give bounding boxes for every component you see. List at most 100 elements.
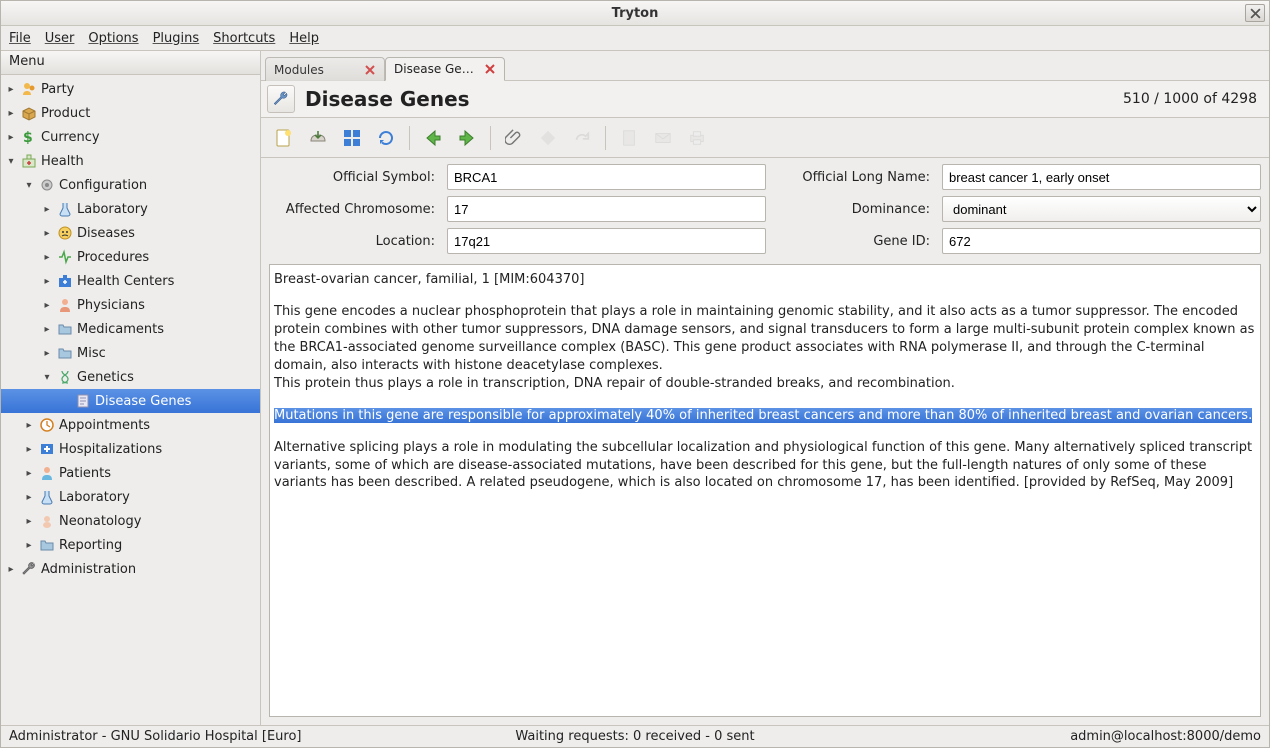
tab-modules[interactable]: Modules [265, 57, 385, 81]
menu-help[interactable]: Help [289, 31, 319, 46]
new-record-button[interactable] [271, 125, 297, 151]
tree-item-health-centers[interactable]: ▸Health Centers [1, 269, 260, 293]
gene-id-input[interactable] [942, 228, 1261, 254]
tree-item-hospitalizations[interactable]: ▸Hospitalizations [1, 437, 260, 461]
tree-item-reporting[interactable]: ▸ Reporting [1, 533, 260, 557]
official-long-name-input[interactable] [942, 164, 1261, 190]
affected-chromosome-input[interactable] [447, 196, 766, 222]
report-icon [620, 129, 638, 147]
tree-item-appointments[interactable]: ▸Appointments [1, 413, 260, 437]
tree-item-party[interactable]: ▸Party [1, 77, 260, 101]
switch-view-button[interactable] [339, 125, 365, 151]
sidebar: Menu ▸Party▸Product▸$Currency▾Health▾Con… [1, 51, 261, 725]
chevron-right-icon[interactable]: ▸ [5, 84, 17, 95]
tree-item-currency[interactable]: ▸$Currency [1, 125, 260, 149]
lab-icon [57, 201, 73, 217]
tree-item-configuration[interactable]: ▾Configuration [1, 173, 260, 197]
chevron-right-icon[interactable]: ▸ [41, 276, 53, 287]
tree-item-label: Diseases [77, 226, 135, 241]
tree-item-label: Physicians [77, 298, 145, 313]
chevron-right-icon[interactable]: ▸ [41, 324, 53, 335]
chevron-right-icon[interactable]: ▸ [23, 420, 35, 431]
chevron-right-icon[interactable]: ▸ [23, 516, 35, 527]
description-highlighted: Mutations in this gene are responsible f… [274, 407, 1256, 425]
chevron-down-icon[interactable]: ▾ [23, 180, 35, 191]
chevron-right-icon[interactable]: ▸ [41, 300, 53, 311]
chevron-right-icon[interactable]: ▸ [23, 492, 35, 503]
view-switch-button[interactable] [267, 85, 295, 113]
save-button[interactable] [305, 125, 331, 151]
report-button [616, 125, 642, 151]
menubar: File User Options Plugins Shortcuts Help [1, 26, 1269, 51]
wrench-icon [272, 90, 290, 108]
switch-icon [342, 128, 362, 148]
print-icon [688, 129, 706, 147]
next-button[interactable] [454, 125, 480, 151]
chevron-down-icon[interactable]: ▾ [5, 156, 17, 167]
tree-item-health[interactable]: ▾Health [1, 149, 260, 173]
arrow-left-icon [423, 128, 443, 148]
menu-shortcuts[interactable]: Shortcuts [213, 31, 275, 46]
tree-item-label: Misc [77, 346, 106, 361]
chevron-right-icon[interactable]: ▸ [23, 540, 35, 551]
location-input[interactable] [447, 228, 766, 254]
tree-item-disease-genes[interactable]: ▸Disease Genes [1, 389, 260, 413]
tree-item-genetics[interactable]: ▾Genetics [1, 365, 260, 389]
tree-item-administration[interactable]: ▸Administration [1, 557, 260, 581]
tab-disease-genes[interactable]: Disease Ge… [385, 57, 505, 81]
window-close-button[interactable] [1245, 4, 1265, 22]
tree-item-misc[interactable]: ▸ Misc [1, 341, 260, 365]
tree-item-laboratory[interactable]: ▸Laboratory [1, 485, 260, 509]
tree-item-label: Disease Genes [95, 394, 191, 409]
gene-id-label: Gene ID: [774, 234, 934, 249]
toolbar-separator [605, 126, 606, 150]
previous-button[interactable] [420, 125, 446, 151]
official-symbol-input[interactable] [447, 164, 766, 190]
tree-item-procedures[interactable]: ▸Procedures [1, 245, 260, 269]
action-button [535, 125, 561, 151]
status-right: admin@localhost:8000/demo [1070, 729, 1261, 744]
chevron-down-icon[interactable]: ▾ [41, 372, 53, 383]
chevron-right-icon[interactable]: ▸ [41, 228, 53, 239]
menu-file[interactable]: File [9, 31, 31, 46]
record-count: 510 / 1000 of 4298 [1123, 91, 1263, 107]
tab-label: Disease Ge… [394, 62, 474, 76]
chevron-right-icon[interactable]: ▸ [23, 468, 35, 479]
arrow-right-icon [457, 128, 477, 148]
dominance-select[interactable]: dominant [942, 196, 1261, 222]
reload-button[interactable] [373, 125, 399, 151]
tree-item-medicaments[interactable]: ▸Medicaments [1, 317, 260, 341]
tree-item-laboratory[interactable]: ▸Laboratory [1, 197, 260, 221]
menu-user[interactable]: User [45, 31, 75, 46]
tree-item-label: Reporting [59, 538, 122, 553]
chevron-right-icon[interactable]: ▸ [5, 564, 17, 575]
chevron-right-icon[interactable]: ▸ [23, 444, 35, 455]
nav-tree[interactable]: ▸Party▸Product▸$Currency▾Health▾Configur… [1, 75, 260, 725]
chevron-right-icon[interactable]: ▸ [5, 108, 17, 119]
toolbar-separator [409, 126, 410, 150]
chevron-right-icon[interactable]: ▸ [5, 132, 17, 143]
tree-item-patients[interactable]: ▸Patients [1, 461, 260, 485]
attach-button[interactable] [501, 125, 527, 151]
tree-item-physicians[interactable]: ▸ Physicians [1, 293, 260, 317]
description-textarea[interactable]: Breast-ovarian cancer, familial, 1 [MIM:… [269, 264, 1261, 717]
tab-close-button[interactable] [364, 64, 376, 76]
diseases-icon [57, 225, 73, 241]
status-left: Administrator - GNU Solidario Hospital [… [9, 729, 302, 744]
chevron-right-icon[interactable]: ▸ [41, 348, 53, 359]
menu-plugins[interactable]: Plugins [153, 31, 200, 46]
chevron-right-icon[interactable]: ▸ [41, 204, 53, 215]
physicians-icon [57, 297, 73, 313]
tab-label: Modules [274, 63, 324, 77]
menu-options[interactable]: Options [88, 31, 138, 46]
statusbar: Administrator - GNU Solidario Hospital [… [1, 725, 1269, 747]
tree-item-product[interactable]: ▸Product [1, 101, 260, 125]
tab-close-button[interactable] [484, 63, 496, 75]
tree-item-diseases[interactable]: ▸ Diseases [1, 221, 260, 245]
titlebar: Tryton [1, 1, 1269, 26]
chevron-right-icon[interactable]: ▸ [41, 252, 53, 263]
description-paragraph: Alternative splicing plays a role in mod… [274, 439, 1256, 493]
genetics-icon [57, 369, 73, 385]
tree-item-neonatology[interactable]: ▸Neonatology [1, 509, 260, 533]
window-title: Tryton [612, 6, 659, 21]
